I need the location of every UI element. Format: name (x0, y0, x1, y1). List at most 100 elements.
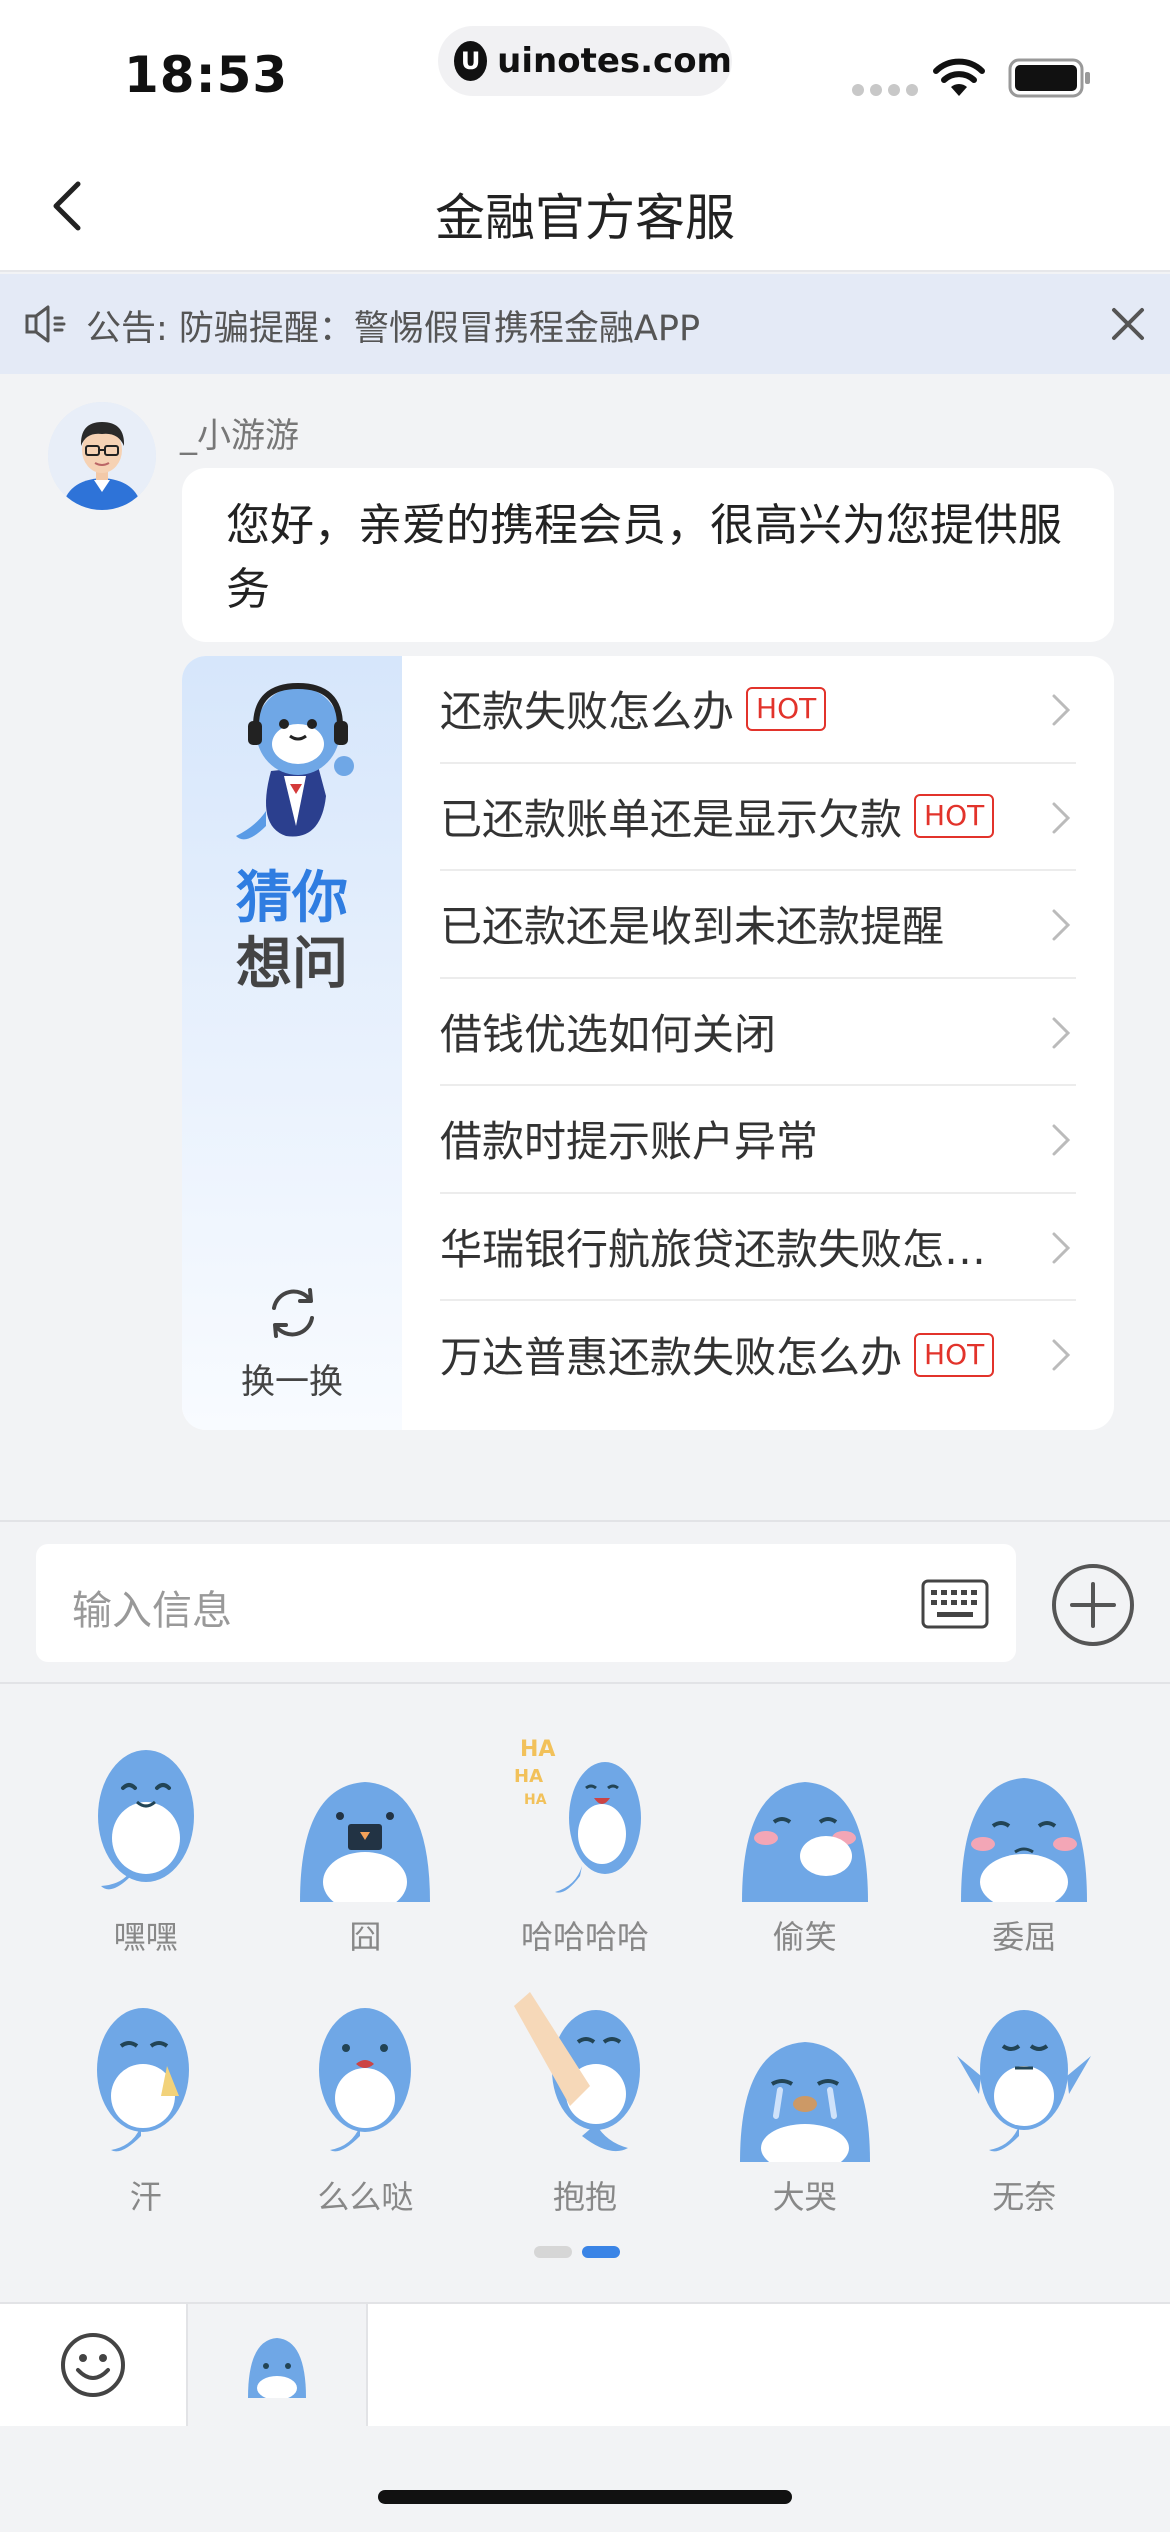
site-logo-icon: U (454, 41, 488, 81)
sticker-panel: 嘿嘿 囧 HA HA HA 哈哈哈哈 偷笑 委屈 汗 么么哒 抱抱 大哭 无奈 (0, 1686, 1170, 2302)
refresh-button[interactable]: 换一换 (182, 1354, 402, 1403)
faq-question: 华瑞银行航旅贷还款失败怎么办 (440, 1224, 1020, 1274)
chevron-right-icon (1052, 694, 1071, 726)
sticker-label: 无奈 (992, 2178, 1057, 2216)
hot-badge: HOT (914, 794, 995, 839)
guess-title: 猜你 想问 (182, 866, 402, 998)
guess-title-line1: 猜你 (236, 866, 348, 931)
tab-emoji[interactable] (0, 2304, 186, 2426)
faq-question: 已还款还是收到未还款提醒 (440, 902, 945, 952)
sticker-label: 委屈 (992, 1918, 1057, 1956)
dolphin-snicker-icon (741, 1782, 868, 1902)
faq-item[interactable]: 已还款还是收到未还款提醒 (440, 871, 1076, 979)
dolphin-jiong-icon (300, 1782, 431, 1902)
chevron-right-icon (1052, 1124, 1071, 1156)
nav-bar: 金融官方客服 (0, 140, 1170, 272)
sticker-item[interactable]: HA HA HA 哈哈哈哈 (475, 1726, 695, 1962)
sticker-item[interactable]: 抱抱 (475, 1986, 695, 2222)
faq-item[interactable]: 万达普惠还款失败怎么办 HOT (440, 1301, 1076, 1409)
agent-name: _小游游 (180, 416, 299, 456)
input-bar: 输入信息 (0, 1520, 1170, 1684)
dolphin-hug-icon (513, 1992, 640, 2152)
faq-side-panel: 猜你 想问 换一换 (182, 656, 402, 1430)
sticker-label: 囧 (349, 1918, 382, 1956)
refresh-icon[interactable] (264, 1284, 322, 1342)
message-input[interactable]: 输入信息 (36, 1544, 1016, 1662)
url-text: uinotes.com (497, 41, 732, 81)
chevron-right-icon (1052, 1017, 1071, 1048)
faq-item[interactable]: 华瑞银行航旅贷还款失败怎么办 (440, 1194, 1076, 1301)
sticker-item[interactable]: 嘿嘿 (36, 1726, 256, 1962)
faq-question: 万达普惠还款失败怎么办 (440, 1333, 903, 1383)
dolphin-helpless-icon (957, 2010, 1092, 2152)
sticker-label: 大哭 (772, 2178, 837, 2216)
sticker-item[interactable]: 么么哒 (256, 1986, 476, 2222)
faq-question: 借钱优选如何关闭 (440, 1009, 777, 1059)
faq-item[interactable]: 借款时提示账户异常 (440, 1086, 1076, 1194)
wifi-icon (933, 58, 985, 96)
bottom-safe-area (0, 2426, 1170, 2532)
hot-badge: HOT (746, 686, 827, 731)
sticker-label: 哈哈哈哈 (520, 1918, 649, 1956)
dolphin-agent-icon (236, 682, 354, 840)
faq-card: 猜你 想问 换一换 还款失败怎么办 HOT 已还款账单还是显示欠款 HOT 已还… (182, 656, 1114, 1430)
dolphin-sweat-icon (96, 2008, 189, 2152)
home-indicator (378, 2490, 792, 2504)
keyboard-icon[interactable] (920, 1578, 990, 1630)
speaker-icon (25, 305, 66, 343)
tab-dolphin-stickers[interactable] (186, 2304, 368, 2426)
notice-text: 公告: 防骗提醒：警惕假冒携程金融APP (86, 309, 701, 349)
page-dot[interactable] (534, 2246, 572, 2258)
dolphin-hehe-icon (97, 1750, 194, 1890)
dolphin-cry-icon (739, 2042, 870, 2162)
chevron-right-icon (1052, 1232, 1071, 1263)
sticker-item[interactable]: 委屈 (914, 1726, 1134, 1962)
dolphin-wronged-icon (961, 1778, 1088, 1902)
page-indicator[interactable] (534, 2246, 620, 2258)
faq-list: 还款失败怎么办 HOT 已还款账单还是显示欠款 HOT 已还款还是收到未还款提醒… (440, 656, 1076, 1409)
page-dot-active[interactable] (582, 2246, 620, 2258)
faq-item[interactable]: 已还款账单还是显示欠款 HOT (440, 764, 1076, 871)
sticker-label: 汗 (129, 2178, 162, 2216)
sticker-grid: 嘿嘿 囧 HA HA HA 哈哈哈哈 偷笑 委屈 汗 么么哒 抱抱 大哭 无奈 (36, 1726, 1134, 2222)
message-input-placeholder: 输入信息 (72, 1588, 232, 1634)
faq-question: 借款时提示账户异常 (440, 1117, 819, 1167)
chevron-right-icon (1052, 1339, 1071, 1371)
status-bar: 18:53 U uinotes.com (0, 0, 1170, 140)
dolphin-tab-icon (248, 2338, 306, 2398)
smiley-icon (61, 2333, 125, 2397)
sticker-item[interactable]: 偷笑 (695, 1726, 915, 1962)
url-pill[interactable]: U uinotes.com (438, 26, 732, 96)
agent-avatar[interactable] (48, 402, 156, 510)
faq-question: 已还款账单还是显示欠款 (440, 794, 903, 844)
chevron-right-icon (1052, 802, 1071, 833)
status-time: 18:53 (124, 46, 289, 104)
dolphin-haha-icon: HA HA HA (514, 1737, 641, 1893)
sticker-label: 么么哒 (317, 2178, 414, 2216)
signal-icon (852, 84, 918, 96)
sticker-item[interactable]: 汗 (36, 1986, 256, 2222)
close-icon[interactable] (1108, 304, 1148, 344)
sticker-label: 嘿嘿 (113, 1918, 178, 1956)
hot-badge: HOT (914, 1332, 995, 1377)
sticker-item[interactable]: 囧 (256, 1726, 476, 1962)
sticker-label: 偷笑 (772, 1918, 837, 1956)
add-icon[interactable] (1050, 1562, 1136, 1648)
svg-text:HA: HA (514, 1766, 543, 1787)
faq-item[interactable]: 借钱优选如何关闭 (440, 979, 1076, 1086)
notice-bar[interactable]: 公告: 防骗提醒：警惕假冒携程金融APP (0, 274, 1170, 374)
chevron-right-icon (1052, 909, 1071, 941)
battery-icon (1008, 58, 1090, 98)
sticker-item[interactable]: 大哭 (695, 1986, 915, 2222)
page-title: 金融官方客服 (435, 189, 735, 247)
sticker-label: 抱抱 (552, 2178, 617, 2216)
greeting-bubble: 您好，亲爱的携程会员，很高兴为您提供服务 (182, 468, 1114, 642)
guess-title-line2: 想问 (236, 932, 348, 997)
dolphin-kiss-icon (319, 2008, 412, 2152)
faq-question: 还款失败怎么办 (440, 687, 735, 737)
sticker-item[interactable]: 无奈 (914, 1986, 1134, 2222)
faq-item[interactable]: 还款失败怎么办 HOT (440, 656, 1076, 764)
svg-text:HA: HA (524, 1792, 547, 1808)
sticker-tab-bar (0, 2302, 1170, 2426)
svg-text:HA: HA (520, 1737, 555, 1762)
